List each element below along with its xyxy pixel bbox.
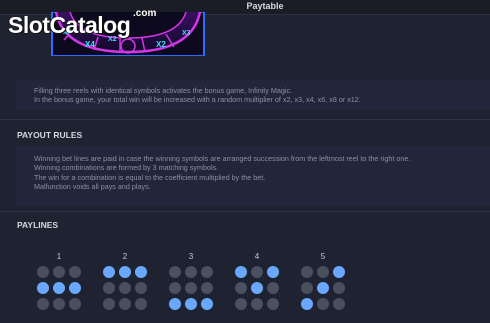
payline-dot bbox=[235, 298, 247, 310]
payline-grid bbox=[235, 266, 279, 310]
payline-dot bbox=[169, 282, 181, 294]
watermark-brand: SlotCatalog bbox=[8, 12, 131, 38]
payline-dot-active bbox=[301, 298, 313, 310]
payline-dot-active bbox=[37, 282, 49, 294]
payline-dot bbox=[37, 266, 49, 278]
rule-text: Winning bet lines are paid in case the w… bbox=[34, 154, 411, 163]
payline-grid bbox=[169, 266, 213, 310]
payline-dot bbox=[333, 298, 345, 310]
payline-dot bbox=[69, 266, 81, 278]
payline-dot bbox=[185, 266, 197, 278]
payline-dot bbox=[301, 282, 313, 294]
payline-dot bbox=[37, 298, 49, 310]
payline-dot-active bbox=[119, 266, 131, 278]
payline-dot bbox=[201, 266, 213, 278]
payline-dot bbox=[235, 282, 247, 294]
payline-number: 2 bbox=[122, 252, 128, 261]
payline-dot bbox=[301, 266, 313, 278]
payline-dot bbox=[333, 282, 345, 294]
payline-dot bbox=[169, 266, 181, 278]
payline-dot-active bbox=[201, 298, 213, 310]
payline-dot bbox=[53, 298, 65, 310]
payline-dot-active bbox=[169, 298, 181, 310]
payline-dot bbox=[103, 298, 115, 310]
payout-rules-heading: PAYOUT RULES bbox=[17, 130, 83, 140]
rule-text: Malfunction voids all pays and plays. bbox=[34, 182, 151, 192]
payline-dot bbox=[251, 266, 263, 278]
payline-dot bbox=[317, 298, 329, 310]
payline-dot bbox=[201, 282, 213, 294]
payline-item: 4 bbox=[234, 252, 280, 322]
bonus-info-text: Filling three reels with identical symbo… bbox=[34, 86, 293, 95]
payline-dot-active bbox=[103, 266, 115, 278]
wheel-multiplier: X2 bbox=[156, 40, 166, 49]
payline-dot bbox=[267, 298, 279, 310]
watermark-suffix: .com bbox=[133, 8, 157, 19]
watermark-logo: SlotCatalog .com bbox=[8, 8, 158, 40]
payline-dot bbox=[53, 266, 65, 278]
payline-dot bbox=[185, 282, 197, 294]
payline-dot-active bbox=[53, 282, 65, 294]
payline-number: 3 bbox=[188, 252, 194, 261]
payline-dot-active bbox=[251, 282, 263, 294]
payline-dot bbox=[267, 282, 279, 294]
payline-dot bbox=[119, 298, 131, 310]
payline-dot bbox=[251, 298, 263, 310]
rule-text: The win for a combination is equal to th… bbox=[34, 172, 266, 182]
payline-dot-active bbox=[69, 282, 81, 294]
payline-dot-active bbox=[267, 266, 279, 278]
payline-dot-active bbox=[317, 282, 329, 294]
paylines-list: 1 2 3 4 5 bbox=[36, 252, 346, 322]
payline-dot bbox=[69, 298, 81, 310]
payout-rules-panel: Winning bet lines are paid in case the w… bbox=[16, 146, 490, 206]
payline-item: 2 bbox=[102, 252, 148, 322]
divider bbox=[0, 211, 490, 212]
payline-grid bbox=[103, 266, 147, 310]
payline-item: 1 bbox=[36, 252, 82, 322]
payline-dot bbox=[119, 282, 131, 294]
payline-item: 5 bbox=[300, 252, 346, 322]
payline-dot bbox=[317, 266, 329, 278]
payline-item: 3 bbox=[168, 252, 214, 322]
wheel-multiplier: X3 bbox=[182, 30, 191, 37]
bonus-info-text: In the bonus game, your total win will b… bbox=[34, 95, 361, 105]
paylines-heading: PAYLINES bbox=[17, 220, 59, 230]
bonus-info-panel: Filling three reels with identical symbo… bbox=[16, 80, 490, 110]
payline-dot-active bbox=[185, 298, 197, 310]
payline-dot bbox=[135, 298, 147, 310]
payline-dot bbox=[103, 282, 115, 294]
payline-grid bbox=[301, 266, 345, 310]
payline-dot-active bbox=[135, 266, 147, 278]
payline-number: 4 bbox=[254, 252, 260, 261]
rule-text: Winning combinations are formed by 3 mat… bbox=[34, 163, 219, 173]
payline-number: 1 bbox=[56, 252, 62, 261]
payline-number: 5 bbox=[320, 252, 326, 261]
payline-grid bbox=[37, 266, 81, 310]
payline-dot-active bbox=[333, 266, 345, 278]
wheel-multiplier: X4 bbox=[85, 40, 95, 49]
payline-dot bbox=[135, 282, 147, 294]
payline-dot-active bbox=[235, 266, 247, 278]
divider bbox=[0, 119, 490, 120]
